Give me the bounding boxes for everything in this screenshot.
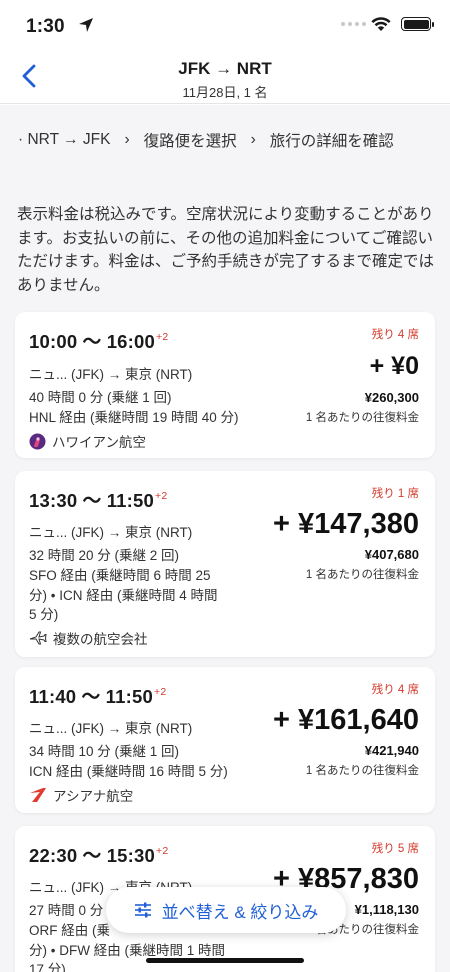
flight-duration: 40 時間 0 分 (乗継 1 回) <box>29 390 172 405</box>
flight-price-diff: + ¥0 <box>369 352 419 380</box>
price-notice: 表示料金は税込みです。空席状況により変動することがあります。お支払いの前に、その… <box>17 206 434 294</box>
sort-filter-label: 並べ替え & 絞り込み <box>161 902 319 922</box>
day-offset: +2 <box>156 845 169 857</box>
flight-price-diff: + ¥161,640 <box>273 704 419 736</box>
home-indicator <box>146 958 304 963</box>
sort-filter-button[interactable]: 並べ替え & 絞り込み <box>106 887 346 933</box>
flight-duration: 27 時間 0 分 <box>29 903 104 918</box>
flight-total-price: ¥1,118,130 <box>354 902 419 917</box>
battery-icon <box>401 17 434 31</box>
breadcrumb-item-select-return[interactable]: 復路便を選択 <box>144 129 237 151</box>
flight-total-price: ¥421,940 <box>364 743 419 758</box>
page-title: JFK → NRT <box>178 59 272 78</box>
flight-airline: アシアナ航空 <box>29 785 133 805</box>
flight-layover: HNL 経由 (乗継時間 19 時間 40 分) <box>29 410 239 425</box>
status-time: 1:30 <box>26 16 65 37</box>
flight-airline: 複数の航空会社 <box>29 628 148 648</box>
flight-card[interactable]: 11:40 〜 11:50+2 残り 4 席 ニュ... (JFK) → 東京 … <box>15 667 435 813</box>
flight-times: 11:40 〜 11:50+2 <box>29 686 167 707</box>
flight-route: ニュ... (JFK) → 東京 (NRT) <box>29 525 193 540</box>
flight-total-price: ¥260,300 <box>364 390 419 405</box>
flight-layover: ICN 経由 (乗継時間 16 時間 5 分) <box>29 764 228 779</box>
navigation-bar: JFK → NRT 11月28日, 1 名 <box>0 50 450 104</box>
flight-times: 13:30 〜 11:50+2 <box>29 490 168 511</box>
status-bar: 1:30 <box>0 0 450 50</box>
flight-results[interactable]: · NRT → JFK › 復路便を選択 › 旅行の詳細を確認 表示料金は税込み… <box>0 105 450 972</box>
flight-card[interactable]: 13:30 〜 11:50+2 残り 1 席 ニュ... (JFK) → 東京 … <box>15 471 435 657</box>
price-per-person-label: 1 名あたりの往復料金 <box>305 412 419 424</box>
filter-sliders-icon <box>134 902 151 918</box>
seats-left: 残り 1 席 <box>371 488 419 500</box>
flight-total-price: ¥407,680 <box>364 547 419 562</box>
flight-airline: ハワイアン航空 <box>29 431 146 451</box>
breadcrumb-item-outbound[interactable]: · NRT → JFK <box>18 131 110 149</box>
day-offset: +2 <box>153 686 167 698</box>
asiana-airlines-logo-icon <box>30 788 46 802</box>
seats-left: 残り 4 席 <box>371 329 419 341</box>
flight-times: 10:00 〜 16:00+2 <box>29 331 169 352</box>
chevron-right-icon: › <box>124 131 130 148</box>
flight-card[interactable]: 10:00 〜 16:00+2 残り 4 席 ニュ... (JFK) → 東京 … <box>15 312 435 458</box>
location-arrow-icon <box>79 18 93 32</box>
flight-times: 22:30 〜 15:30+2 <box>29 845 169 866</box>
flight-duration: 34 時間 10 分 (乗継 1 回) <box>29 744 180 759</box>
flight-route: ニュ... (JFK) → 東京 (NRT) <box>29 721 193 736</box>
chevron-right-icon: › <box>250 131 256 148</box>
flight-duration: 32 時間 20 分 (乗継 2 回) <box>29 548 180 563</box>
day-offset: +2 <box>156 331 169 343</box>
hawaiian-airlines-logo-icon <box>29 433 46 449</box>
seats-left: 残り 4 席 <box>371 684 419 696</box>
seats-left: 残り 5 席 <box>371 843 419 855</box>
price-per-person-label: 1 名あたりの往復料金 <box>305 765 419 777</box>
flight-layover: SFO 経由 (乗継時間 6 時間 25 分) • ICN 経由 (乗継時間 4… <box>29 568 218 622</box>
flight-price-diff: + ¥147,380 <box>273 508 419 540</box>
page-subtitle: 11月28日, 1 名 <box>182 85 268 100</box>
signal-icon <box>341 22 366 26</box>
wifi-icon <box>371 17 391 31</box>
flight-route: ニュ... (JFK) → 東京 (NRT) <box>29 367 193 382</box>
price-per-person-label: 1 名あたりの往復料金 <box>305 569 419 581</box>
breadcrumb: · NRT → JFK › 復路便を選択 › 旅行の詳細を確認 <box>18 129 450 151</box>
breadcrumb-item-review[interactable]: 旅行の詳細を確認 <box>270 129 394 151</box>
multiple-airlines-icon <box>29 631 47 645</box>
day-offset: +2 <box>155 490 168 502</box>
